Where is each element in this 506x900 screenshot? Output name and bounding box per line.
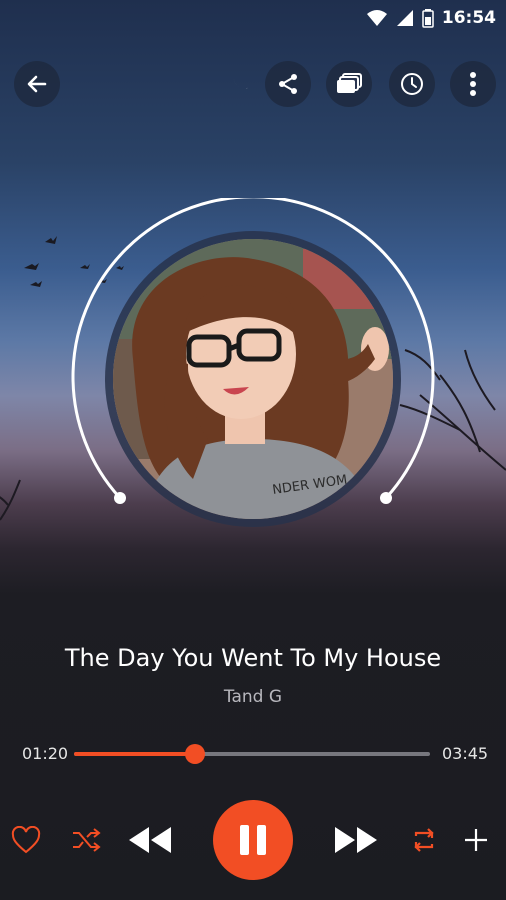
rewind-icon [129, 827, 171, 853]
favorite-button[interactable] [10, 824, 42, 856]
battery-icon [422, 9, 434, 28]
track-artist: Tand G [223, 687, 283, 707]
sleep-mode-button[interactable] [228, 64, 258, 98]
more-vert-icon [470, 72, 476, 96]
back-button[interactable] [14, 61, 60, 107]
heart-icon [11, 826, 41, 854]
back-arrow-icon [27, 75, 47, 93]
repeat-button[interactable] [408, 824, 440, 856]
rewind-button[interactable] [126, 822, 174, 858]
ring-start-dot [114, 492, 126, 504]
fast-forward-icon [335, 827, 377, 853]
add-to-playlist-button[interactable] [460, 824, 492, 856]
repeat-icon [414, 828, 434, 852]
shuffle-button[interactable] [70, 824, 102, 856]
moon-icon [233, 70, 254, 89]
elapsed-time: 01:20 [22, 744, 69, 763]
signal-icon [396, 10, 413, 26]
more-options-button[interactable] [450, 61, 496, 107]
wifi-icon [366, 10, 387, 26]
seek-bar-thumb[interactable] [185, 744, 206, 764]
clock-text: 16:54 [441, 8, 496, 28]
album-art-illustration: NDER WOM [113, 239, 393, 519]
sleep-timer-button[interactable] [389, 61, 435, 107]
share-icon [279, 74, 297, 94]
timer-icon [401, 73, 423, 95]
album-art: NDER WOM [113, 239, 393, 519]
total-time: 03:45 [442, 744, 489, 763]
seek-bar-progress [74, 752, 196, 756]
ring-end-dot [380, 492, 392, 504]
seek-bar[interactable] [74, 744, 430, 764]
pause-icon [240, 825, 266, 855]
status-bar: 16:54 [0, 0, 506, 36]
queue-button[interactable] [326, 61, 372, 107]
shuffle-icon [73, 828, 101, 852]
share-button[interactable] [265, 61, 311, 107]
track-title: The Day You Went To My House [64, 644, 442, 672]
pause-button[interactable] [213, 800, 293, 880]
plus-icon [465, 829, 487, 851]
fast-forward-button[interactable] [332, 822, 380, 858]
queue-icon [337, 73, 362, 93]
